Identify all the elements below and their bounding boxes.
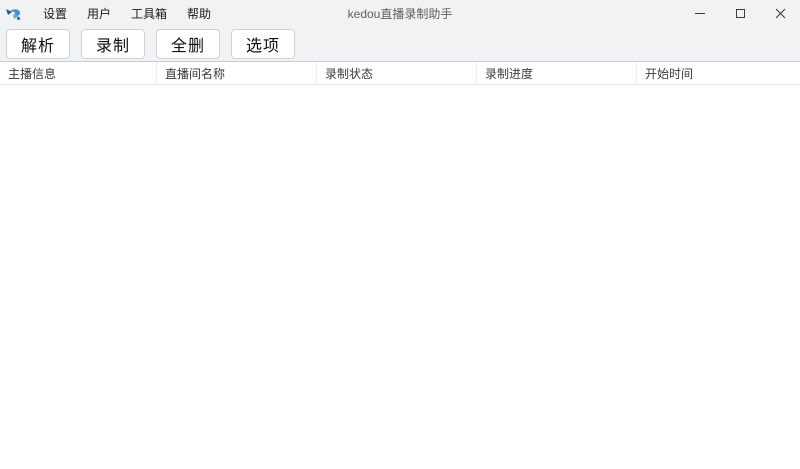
window-chrome: 设置 用户 工具箱 帮助 kedou直播录制助手 解析 录制 全删 选项 [0, 0, 800, 62]
column-header-streamer-info[interactable]: 主播信息 [0, 62, 156, 84]
titlebar: 设置 用户 工具箱 帮助 kedou直播录制助手 [0, 0, 800, 26]
column-header-room-name[interactable]: 直播间名称 [156, 62, 316, 84]
minimize-icon [695, 12, 705, 14]
menu-item-help[interactable]: 帮助 [177, 2, 221, 25]
menu-item-toolbox[interactable]: 工具箱 [121, 2, 177, 25]
close-button[interactable] [760, 0, 800, 26]
table-body-empty [0, 85, 800, 469]
app-logo-icon[interactable] [5, 5, 23, 23]
recording-list: 主播信息 直播间名称 录制状态 录制进度 开始时间 [0, 62, 800, 469]
app-window: 设置 用户 工具箱 帮助 kedou直播录制助手 解析 录制 全删 选项 主播信… [0, 0, 800, 469]
menu-item-user[interactable]: 用户 [77, 2, 121, 25]
toolbar: 解析 录制 全删 选项 [0, 26, 800, 62]
close-icon [775, 8, 785, 18]
column-header-record-progress[interactable]: 录制进度 [476, 62, 636, 84]
menubar: 设置 用户 工具箱 帮助 [33, 0, 221, 26]
options-button[interactable]: 选项 [231, 28, 295, 59]
column-header-start-time[interactable]: 开始时间 [636, 62, 800, 84]
maximize-button[interactable] [720, 0, 760, 26]
record-button[interactable]: 录制 [81, 28, 145, 59]
delete-all-button[interactable]: 全删 [156, 28, 220, 59]
window-controls [680, 0, 800, 26]
menu-item-settings[interactable]: 设置 [33, 2, 77, 25]
maximize-icon [735, 8, 745, 18]
table-header: 主播信息 直播间名称 录制状态 录制进度 开始时间 [0, 62, 800, 85]
column-header-record-status[interactable]: 录制状态 [316, 62, 476, 84]
parse-button[interactable]: 解析 [6, 28, 70, 59]
minimize-button[interactable] [680, 0, 720, 26]
